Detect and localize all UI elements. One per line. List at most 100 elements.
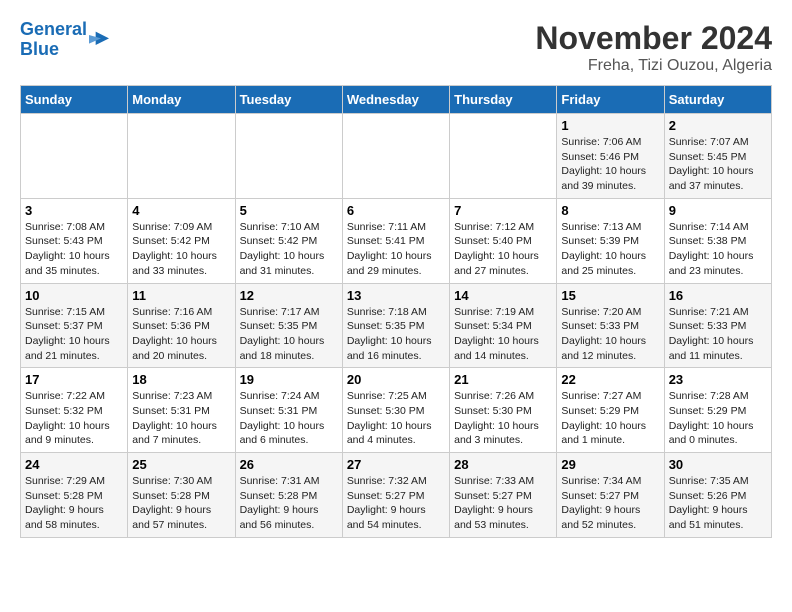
day-info: Sunrise: 7:30 AMSunset: 5:28 PMDaylight:… bbox=[132, 474, 230, 533]
day-number: 1 bbox=[561, 118, 659, 133]
day-info: Sunrise: 7:24 AMSunset: 5:31 PMDaylight:… bbox=[240, 389, 338, 448]
weekday-header: Thursday bbox=[450, 86, 557, 114]
day-number: 12 bbox=[240, 288, 338, 303]
day-number: 14 bbox=[454, 288, 552, 303]
day-number: 25 bbox=[132, 457, 230, 472]
weekday-header: Friday bbox=[557, 86, 664, 114]
day-info: Sunrise: 7:17 AMSunset: 5:35 PMDaylight:… bbox=[240, 305, 338, 364]
header: General Blue November 2024 Freha, Tizi O… bbox=[20, 20, 772, 75]
day-info: Sunrise: 7:20 AMSunset: 5:33 PMDaylight:… bbox=[561, 305, 659, 364]
day-info: Sunrise: 7:08 AMSunset: 5:43 PMDaylight:… bbox=[25, 220, 123, 279]
day-info: Sunrise: 7:19 AMSunset: 5:34 PMDaylight:… bbox=[454, 305, 552, 364]
day-info: Sunrise: 7:07 AMSunset: 5:45 PMDaylight:… bbox=[669, 135, 767, 194]
calendar-cell bbox=[21, 114, 128, 199]
day-number: 16 bbox=[669, 288, 767, 303]
day-info: Sunrise: 7:09 AMSunset: 5:42 PMDaylight:… bbox=[132, 220, 230, 279]
day-number: 4 bbox=[132, 203, 230, 218]
day-number: 9 bbox=[669, 203, 767, 218]
calendar-cell: 17Sunrise: 7:22 AMSunset: 5:32 PMDayligh… bbox=[21, 368, 128, 453]
calendar-cell: 27Sunrise: 7:32 AMSunset: 5:27 PMDayligh… bbox=[342, 453, 449, 538]
calendar-cell: 26 Sunrise: 7:31 AMSunset: 5:28 PMDayligh… bbox=[235, 453, 342, 538]
day-number: 7 bbox=[454, 203, 552, 218]
calendar-cell: 21 Sunrise: 7:26 AMSunset: 5:30 PMDayligh… bbox=[450, 368, 557, 453]
calendar-cell: 30Sunrise: 7:35 AMSunset: 5:26 PMDayligh… bbox=[664, 453, 771, 538]
calendar-cell: 6 Sunrise: 7:11 AMSunset: 5:41 PMDaylight… bbox=[342, 198, 449, 283]
day-info: Sunrise: 7:25 AMSunset: 5:30 PMDaylight:… bbox=[347, 389, 445, 448]
day-info: Sunrise: 7:31 AMSunset: 5:28 PMDaylight:… bbox=[240, 474, 338, 533]
month-title: November 2024 bbox=[535, 20, 772, 57]
calendar-cell: 18 Sunrise: 7:23 AMSunset: 5:31 PMDayligh… bbox=[128, 368, 235, 453]
calendar-cell: 2 Sunrise: 7:07 AMSunset: 5:45 PMDaylight… bbox=[664, 114, 771, 199]
day-number: 20 bbox=[347, 372, 445, 387]
calendar-cell: 13 Sunrise: 7:18 AMSunset: 5:35 PMDayligh… bbox=[342, 283, 449, 368]
day-number: 6 bbox=[347, 203, 445, 218]
calendar-week-row: 3 Sunrise: 7:08 AMSunset: 5:43 PMDaylight… bbox=[21, 198, 772, 283]
calendar-cell: 1 Sunrise: 7:06 AMSunset: 5:46 PMDaylight… bbox=[557, 114, 664, 199]
calendar-cell: 28Sunrise: 7:33 AMSunset: 5:27 PMDayligh… bbox=[450, 453, 557, 538]
day-info: Sunrise: 7:12 AMSunset: 5:40 PMDaylight:… bbox=[454, 220, 552, 279]
day-number: 24 bbox=[25, 457, 123, 472]
day-number: 18 bbox=[132, 372, 230, 387]
calendar-week-row: 1 Sunrise: 7:06 AMSunset: 5:46 PMDaylight… bbox=[21, 114, 772, 199]
calendar-cell: 19 Sunrise: 7:24 AMSunset: 5:31 PMDayligh… bbox=[235, 368, 342, 453]
calendar-cell: 7 Sunrise: 7:12 AMSunset: 5:40 PMDaylight… bbox=[450, 198, 557, 283]
calendar-cell bbox=[342, 114, 449, 199]
calendar-cell: 23Sunrise: 7:28 AMSunset: 5:29 PMDayligh… bbox=[664, 368, 771, 453]
weekday-header: Tuesday bbox=[235, 86, 342, 114]
day-number: 8 bbox=[561, 203, 659, 218]
day-info: Sunrise: 7:33 AMSunset: 5:27 PMDaylight:… bbox=[454, 474, 552, 533]
location-title: Freha, Tizi Ouzou, Algeria bbox=[535, 57, 772, 75]
day-number: 30 bbox=[669, 457, 767, 472]
day-number: 13 bbox=[347, 288, 445, 303]
day-info: Sunrise: 7:11 AMSunset: 5:41 PMDaylight:… bbox=[347, 220, 445, 279]
weekday-header: Wednesday bbox=[342, 86, 449, 114]
day-info: Sunrise: 7:29 AMSunset: 5:28 PMDaylight:… bbox=[25, 474, 123, 533]
title-area: November 2024 Freha, Tizi Ouzou, Algeria bbox=[535, 20, 772, 75]
day-number: 29 bbox=[561, 457, 659, 472]
calendar-cell bbox=[450, 114, 557, 199]
day-info: Sunrise: 7:13 AMSunset: 5:39 PMDaylight:… bbox=[561, 220, 659, 279]
day-info: Sunrise: 7:23 AMSunset: 5:31 PMDaylight:… bbox=[132, 389, 230, 448]
day-info: Sunrise: 7:32 AMSunset: 5:27 PMDaylight:… bbox=[347, 474, 445, 533]
day-number: 15 bbox=[561, 288, 659, 303]
calendar-cell: 11Sunrise: 7:16 AMSunset: 5:36 PMDayligh… bbox=[128, 283, 235, 368]
calendar-cell: 10Sunrise: 7:15 AMSunset: 5:37 PMDayligh… bbox=[21, 283, 128, 368]
calendar-week-row: 10Sunrise: 7:15 AMSunset: 5:37 PMDayligh… bbox=[21, 283, 772, 368]
day-info: Sunrise: 7:26 AMSunset: 5:30 PMDaylight:… bbox=[454, 389, 552, 448]
calendar-cell: 24 Sunrise: 7:29 AMSunset: 5:28 PMDayligh… bbox=[21, 453, 128, 538]
calendar-cell: 29 Sunrise: 7:34 AMSunset: 5:27 PMDayligh… bbox=[557, 453, 664, 538]
calendar-week-row: 24 Sunrise: 7:29 AMSunset: 5:28 PMDayligh… bbox=[21, 453, 772, 538]
calendar-week-row: 17Sunrise: 7:22 AMSunset: 5:32 PMDayligh… bbox=[21, 368, 772, 453]
logo-text: General Blue bbox=[20, 20, 87, 60]
day-info: Sunrise: 7:27 AMSunset: 5:29 PMDaylight:… bbox=[561, 389, 659, 448]
weekday-header: Saturday bbox=[664, 86, 771, 114]
day-number: 23 bbox=[669, 372, 767, 387]
day-number: 3 bbox=[25, 203, 123, 218]
day-info: Sunrise: 7:34 AMSunset: 5:27 PMDaylight:… bbox=[561, 474, 659, 533]
calendar-cell bbox=[235, 114, 342, 199]
day-info: Sunrise: 7:10 AMSunset: 5:42 PMDaylight:… bbox=[240, 220, 338, 279]
day-number: 5 bbox=[240, 203, 338, 218]
weekday-header: Sunday bbox=[21, 86, 128, 114]
calendar-cell: 8 Sunrise: 7:13 AMSunset: 5:39 PMDaylight… bbox=[557, 198, 664, 283]
day-number: 21 bbox=[454, 372, 552, 387]
calendar: SundayMondayTuesdayWednesdayThursdayFrid… bbox=[20, 85, 772, 538]
calendar-cell bbox=[128, 114, 235, 199]
calendar-header-row: SundayMondayTuesdayWednesdayThursdayFrid… bbox=[21, 86, 772, 114]
day-number: 2 bbox=[669, 118, 767, 133]
calendar-cell: 9Sunrise: 7:14 AMSunset: 5:38 PMDaylight… bbox=[664, 198, 771, 283]
day-number: 26 bbox=[240, 457, 338, 472]
day-info: Sunrise: 7:21 AMSunset: 5:33 PMDaylight:… bbox=[669, 305, 767, 364]
day-number: 19 bbox=[240, 372, 338, 387]
day-info: Sunrise: 7:18 AMSunset: 5:35 PMDaylight:… bbox=[347, 305, 445, 364]
day-info: Sunrise: 7:16 AMSunset: 5:36 PMDaylight:… bbox=[132, 305, 230, 364]
day-info: Sunrise: 7:15 AMSunset: 5:37 PMDaylight:… bbox=[25, 305, 123, 364]
calendar-cell: 16 Sunrise: 7:21 AMSunset: 5:33 PMDayligh… bbox=[664, 283, 771, 368]
calendar-cell: 3 Sunrise: 7:08 AMSunset: 5:43 PMDaylight… bbox=[21, 198, 128, 283]
day-info: Sunrise: 7:06 AMSunset: 5:46 PMDaylight:… bbox=[561, 135, 659, 194]
day-number: 17 bbox=[25, 372, 123, 387]
weekday-header: Monday bbox=[128, 86, 235, 114]
calendar-cell: 5 Sunrise: 7:10 AMSunset: 5:42 PMDaylight… bbox=[235, 198, 342, 283]
calendar-cell: 4 Sunrise: 7:09 AMSunset: 5:42 PMDaylight… bbox=[128, 198, 235, 283]
calendar-cell: 12 Sunrise: 7:17 AMSunset: 5:35 PMDayligh… bbox=[235, 283, 342, 368]
